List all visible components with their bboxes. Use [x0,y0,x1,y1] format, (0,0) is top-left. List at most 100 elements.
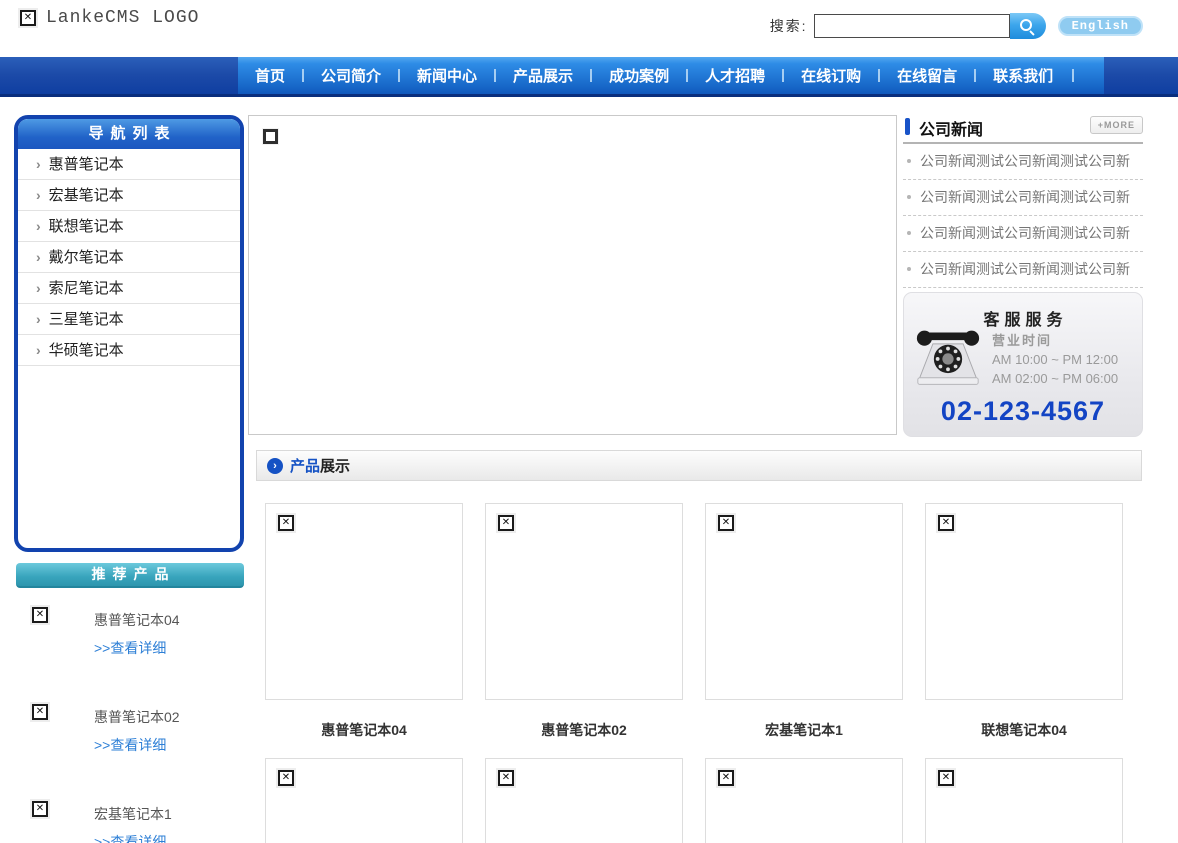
news-item[interactable]: 公司新闻测试公司新闻测试公司新 [903,216,1143,252]
view-detail-link[interactable]: >>查看详细 [94,638,166,658]
product-image-box[interactable] [265,503,463,700]
sidebar-category[interactable]: 戴尔笔记本 [18,242,240,273]
company-news-panel: 公司新闻 +MORE 公司新闻测试公司新闻测试公司新 公司新闻测试公司新闻测试公… [903,113,1143,288]
bullet-icon [907,195,911,199]
news-item[interactable]: 公司新闻测试公司新闻测试公司新 [903,144,1143,180]
recommended-product-name[interactable]: 惠普笔记本04 [94,610,180,630]
business-hours: 营业时间 AM 10:00 ~ PM 12:00 AM 02:00 ~ PM 0… [992,331,1118,388]
sidebar-category[interactable]: 惠普笔记本 [18,149,240,180]
broken-image-icon [718,515,734,531]
recommended-products-title: 推荐产品 [16,563,244,588]
nav-item[interactable]: 产品展示 [496,65,590,86]
nav-item[interactable]: 在线留言 [880,65,974,86]
more-button[interactable]: +MORE [1089,116,1143,134]
customer-service-box: 客服服务 营业时间 AM 10:00 ~ PM 12:00 AM 02:00 ~… [903,292,1143,437]
recommended-product-name[interactable]: 宏基笔记本1 [94,804,172,824]
search-area: 搜索: English [770,13,1143,39]
logo-text: LankeCMS LOGO [46,8,200,28]
broken-image-icon [32,801,48,817]
nav-item[interactable]: 公司简介 [304,65,398,86]
product-card[interactable] [705,758,903,843]
sidebar-category[interactable]: 华硕笔记本 [18,335,240,366]
recommended-product: 惠普笔记本04 >>查看详细 [14,595,246,692]
arrow-circle-icon: › [267,457,283,474]
nav-item[interactable]: 首页 [238,65,302,86]
product-image-box[interactable] [485,503,683,700]
search-input[interactable] [813,14,1010,38]
search-label: 搜索: [769,18,808,34]
product-card[interactable]: 惠普笔记本02 [485,503,683,740]
top-header: LankeCMS LOGO 搜索: English [0,0,1178,57]
products-grid-row2 [256,758,1146,843]
product-name[interactable]: 惠普笔记本04 [265,720,463,740]
nav-item[interactable]: 人才招聘 [688,65,782,86]
recommended-product: 宏基笔记本1 >>查看详细 [14,789,246,843]
broken-image-icon [498,770,514,786]
news-item-text[interactable]: 公司新闻测试公司新闻测试公司新 [920,225,1130,241]
product-name[interactable]: 宏基笔记本1 [705,720,903,740]
page: LankeCMS LOGO 搜索: English 首页 公司简介 [0,0,1178,843]
broken-image-icon [32,607,48,623]
product-image-box[interactable] [925,758,1123,843]
news-item-text[interactable]: 公司新闻测试公司新闻测试公司新 [920,189,1130,205]
product-card[interactable]: 宏基笔记本1 [705,503,903,740]
product-card[interactable]: 联想笔记本04 [925,503,1123,740]
main-navbar: 首页 公司简介 新闻中心 产品展示 成功案例 人才招聘 在线订购 在线留言 联系… [0,57,1178,97]
telephone-icon [916,330,980,385]
service-phone-number: 02-123-4567 [940,396,1106,426]
business-hours-line2: AM 02:00 ~ PM 06:00 [992,371,1119,386]
sidebar-category[interactable]: 宏基笔记本 [18,180,240,211]
bullet-icon [907,267,911,271]
products-title-rest: 展示 [320,458,351,475]
nav-item[interactable]: 在线订购 [784,65,878,86]
product-name[interactable]: 联想笔记本04 [925,720,1123,740]
main-nav-menu: 首页 公司简介 新闻中心 产品展示 成功案例 人才招聘 在线订购 在线留言 联系… [238,57,1104,94]
view-detail-link[interactable]: >>查看详细 [94,832,166,843]
broken-image-icon [263,129,278,144]
nav-item[interactable]: 成功案例 [592,65,686,86]
broken-image-icon [278,770,294,786]
product-card[interactable]: 惠普笔记本04 [265,503,463,740]
product-image-box[interactable] [485,758,683,843]
sidebar-category[interactable]: 索尼笔记本 [18,273,240,304]
product-card[interactable] [485,758,683,843]
category-list: 惠普笔记本 宏基笔记本 联想笔记本 戴尔笔记本 索尼笔记本 三星笔记本 华硕笔记… [18,149,240,366]
company-news-header: 公司新闻 +MORE [903,113,1143,144]
broken-image-icon [498,515,514,531]
recommended-product-name[interactable]: 惠普笔记本02 [94,707,180,727]
news-item-text[interactable]: 公司新闻测试公司新闻测试公司新 [920,153,1130,169]
nav-item[interactable]: 联系我们 [976,65,1070,86]
products-section-header: › 产品 展示 [256,450,1142,481]
title-bar-icon [905,118,910,135]
broken-image-icon [718,770,734,786]
bullet-icon [907,231,911,235]
business-hours-line1: AM 10:00 ~ PM 12:00 [992,352,1119,367]
news-item-text[interactable]: 公司新闻测试公司新闻测试公司新 [920,261,1130,277]
english-language-button[interactable]: English [1057,16,1143,36]
product-card[interactable] [925,758,1123,843]
logo[interactable]: LankeCMS LOGO [20,8,199,28]
products-title-highlight: 产品 [290,458,321,475]
sidebar-navigation-title: 导航列表 [18,119,240,149]
sidebar-category[interactable]: 联想笔记本 [18,211,240,242]
news-item[interactable]: 公司新闻测试公司新闻测试公司新 [903,180,1143,216]
view-detail-link[interactable]: >>查看详细 [94,735,166,755]
business-hours-label: 营业时间 [992,333,1053,348]
product-card[interactable] [265,758,463,843]
product-image-box[interactable] [925,503,1123,700]
company-news-title: 公司新闻 [919,122,984,139]
search-button[interactable] [1009,13,1046,39]
product-image-box[interactable] [705,758,903,843]
product-image-box[interactable] [705,503,903,700]
recommended-products-list: 惠普笔记本04 >>查看详细 惠普笔记本02 >>查看详细 宏基笔记本1 >>查… [14,595,246,843]
news-item[interactable]: 公司新闻测试公司新闻测试公司新 [903,252,1143,288]
broken-image-icon [20,10,36,26]
broken-image-icon [32,704,48,720]
product-image-box[interactable] [265,758,463,843]
product-name[interactable]: 惠普笔记本02 [485,720,683,740]
news-list: 公司新闻测试公司新闻测试公司新 公司新闻测试公司新闻测试公司新 公司新闻测试公司… [903,144,1143,288]
recommended-product: 惠普笔记本02 >>查看详细 [14,692,246,789]
sidebar-category[interactable]: 三星笔记本 [18,304,240,335]
nav-item[interactable]: 新闻中心 [400,65,494,86]
sidebar-navigation-box: 导航列表 惠普笔记本 宏基笔记本 联想笔记本 戴尔笔记本 索尼笔记本 三星笔记本… [14,115,244,552]
